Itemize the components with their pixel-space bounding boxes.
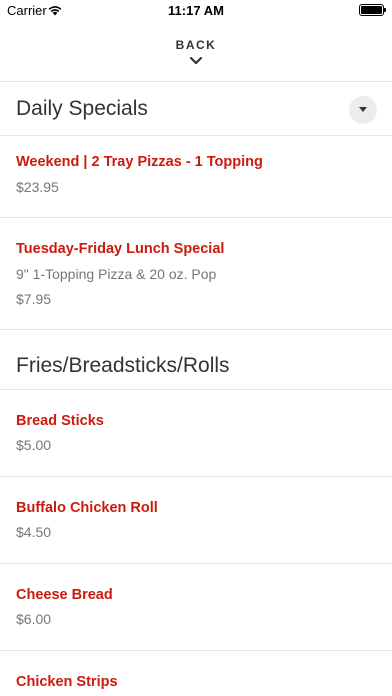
item-price: $23.95 <box>16 179 59 195</box>
section-title: Fries/Breadsticks/Rolls <box>16 354 230 377</box>
menu-item[interactable]: Chicken Strips <box>0 651 392 696</box>
item-price: $5.00 <box>16 437 52 453</box>
status-time: 11:17 AM <box>168 3 224 18</box>
section-header-daily-specials[interactable]: Daily Specials <box>0 82 392 136</box>
section-header-fries-breadsticks-rolls[interactable]: Fries/Breadsticks/Rolls <box>0 330 392 390</box>
triangle-down-icon <box>359 107 367 112</box>
item-name: Cheese Bread <box>16 587 113 603</box>
item-name: Buffalo Chicken Roll <box>16 500 158 516</box>
menu-item[interactable]: Tuesday-Friday Lunch Special 9" 1-Toppin… <box>0 218 392 330</box>
item-price: $4.50 <box>16 524 52 540</box>
item-price: $6.00 <box>16 611 52 627</box>
back-label: BACK <box>175 38 217 52</box>
item-name: Chicken Strips <box>16 674 118 690</box>
section-title: Daily Specials <box>16 97 148 120</box>
item-name: Bread Sticks <box>16 413 104 429</box>
chevron-down-icon <box>189 56 203 65</box>
battery-icon <box>359 4 386 16</box>
item-name: Weekend | 2 Tray Pizzas - 1 Topping <box>16 154 263 170</box>
menu-item[interactable]: Cheese Bread $6.00 <box>0 564 392 651</box>
back-button[interactable]: BACK <box>0 22 392 82</box>
item-price: $7.95 <box>16 291 52 307</box>
menu-item[interactable]: Bread Sticks $5.00 <box>0 390 392 477</box>
item-name: Tuesday-Friday Lunch Special <box>16 241 225 257</box>
status-bar: Carrier 11:17 AM <box>0 0 392 22</box>
menu-item[interactable]: Weekend | 2 Tray Pizzas - 1 Topping $23.… <box>0 136 392 218</box>
collapse-toggle-button[interactable] <box>349 96 377 124</box>
menu-item[interactable]: Buffalo Chicken Roll $4.50 <box>0 477 392 564</box>
item-description: 9" 1-Topping Pizza & 20 oz. Pop <box>16 266 217 282</box>
